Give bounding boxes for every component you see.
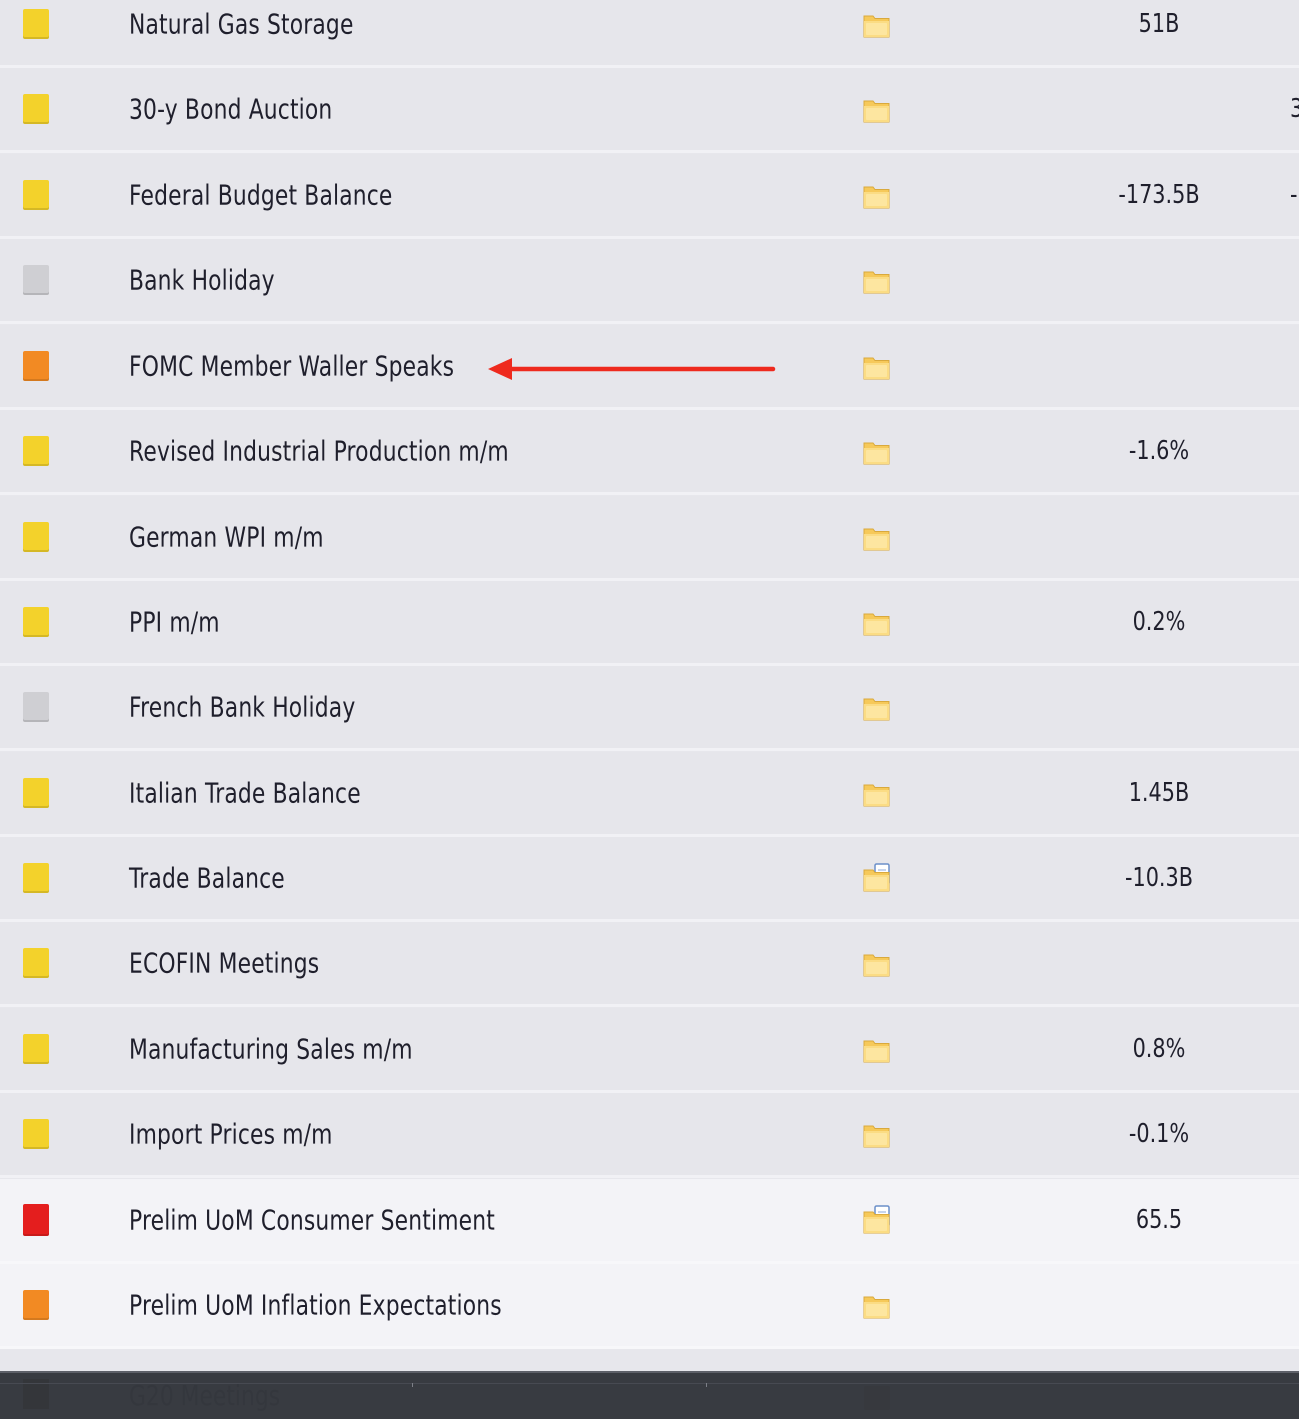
folder-icon[interactable] [863, 948, 891, 978]
folder-icon[interactable] [863, 265, 891, 295]
event-title: Bank Holiday [129, 263, 275, 297]
impact-indicator-icon [23, 1034, 49, 1064]
folder-icon[interactable] [863, 180, 891, 210]
event-row[interactable]: Revised Industrial Production m/m -1.6% [0, 410, 1299, 495]
actual-value: 0.8% [1132, 1034, 1186, 1064]
event-row[interactable]: 30-y Bond Auction 3 [0, 68, 1299, 153]
impact-indicator-icon [23, 265, 49, 295]
event-title: Prelim UoM Inflation Expectations [129, 1288, 502, 1322]
event-row[interactable]: Trade Balance -10.3B [0, 837, 1299, 922]
impact-indicator-icon [23, 778, 49, 808]
impact-indicator-icon [23, 1119, 49, 1149]
event-row[interactable]: Import Prices m/m -0.1% [0, 1093, 1299, 1178]
event-row[interactable]: PPI m/m 0.2% [0, 581, 1299, 666]
event-title: Prelim UoM Consumer Sentiment [129, 1203, 495, 1237]
event-title: French Bank Holiday [129, 690, 356, 724]
event-row[interactable]: ECOFIN Meetings [0, 922, 1299, 1007]
event-title: Italian Trade Balance [129, 776, 361, 810]
event-row[interactable]: Natural Gas Storage 51B [0, 0, 1299, 68]
event-title: Natural Gas Storage [129, 7, 354, 41]
folder-icon[interactable] [863, 1034, 891, 1064]
folder-icon[interactable] [863, 692, 891, 722]
event-title: ECOFIN Meetings [129, 946, 320, 980]
event-row[interactable]: French Bank Holiday [0, 666, 1299, 751]
folder-icon[interactable] [863, 607, 891, 637]
actual-value: -0.1% [1128, 1119, 1190, 1149]
annotation-arrow [488, 358, 776, 380]
folder-icon[interactable] [863, 1119, 891, 1149]
folder-icon[interactable] [863, 436, 891, 466]
event-row[interactable]: Italian Trade Balance 1.45B [0, 752, 1299, 837]
taskbar-divider [0, 1383, 1299, 1384]
folder-icon[interactable] [863, 1290, 891, 1320]
impact-indicator-icon [23, 522, 49, 552]
taskbar-separator [706, 1383, 707, 1387]
actual-value: -1.6% [1128, 436, 1190, 466]
impact-indicator-icon [23, 1204, 49, 1236]
folder-icon[interactable] [863, 94, 891, 124]
taskbar [0, 1371, 1299, 1419]
event-title: Federal Budget Balance [129, 178, 393, 212]
event-title: Trade Balance [129, 861, 285, 895]
actual-value: 51B [1138, 9, 1180, 39]
event-row[interactable]: Bank Holiday [0, 239, 1299, 324]
impact-indicator-icon [23, 180, 49, 210]
event-row[interactable]: German WPI m/m [0, 496, 1299, 581]
event-title: PPI m/m [129, 605, 220, 639]
folder-icon[interactable] [863, 9, 891, 39]
actual-value: 65.5 [1135, 1205, 1183, 1235]
impact-indicator-icon [23, 436, 49, 466]
forecast-value: - [1290, 180, 1298, 210]
impact-indicator-icon [23, 1290, 49, 1320]
impact-indicator-icon [23, 9, 49, 39]
impact-indicator-icon [23, 607, 49, 637]
event-title: Manufacturing Sales m/m [129, 1032, 413, 1066]
folder-document-icon[interactable] [863, 1205, 891, 1235]
event-row[interactable]: Prelim UoM Inflation Expectations [0, 1264, 1299, 1349]
folder-icon[interactable] [863, 522, 891, 552]
event-row[interactable]: Prelim UoM Consumer Sentiment 65.5 [0, 1179, 1299, 1264]
folder-icon[interactable] [863, 351, 891, 381]
event-title: German WPI m/m [129, 520, 324, 554]
event-title: 30-y Bond Auction [129, 92, 333, 126]
impact-indicator-icon [23, 692, 49, 722]
actual-value: 1.45B [1128, 778, 1190, 808]
forecast-value: 3 [1290, 94, 1299, 124]
event-title: FOMC Member Waller Speaks [129, 349, 455, 383]
folder-icon[interactable] [863, 778, 891, 808]
impact-indicator-icon [23, 94, 49, 124]
taskbar-separator [412, 1383, 413, 1387]
actual-value: 0.2% [1132, 607, 1186, 637]
event-row[interactable]: Federal Budget Balance -173.5B - [0, 154, 1299, 239]
folder-document-icon[interactable] [863, 863, 891, 893]
event-title: Revised Industrial Production m/m [129, 434, 509, 468]
event-row[interactable]: Manufacturing Sales m/m 0.8% [0, 1008, 1299, 1093]
impact-indicator-icon [23, 863, 49, 893]
event-title: Import Prices m/m [129, 1117, 333, 1151]
actual-value: -10.3B [1124, 863, 1194, 893]
impact-indicator-icon [23, 948, 49, 978]
actual-value: -173.5B [1118, 180, 1200, 210]
impact-indicator-icon [23, 351, 49, 381]
